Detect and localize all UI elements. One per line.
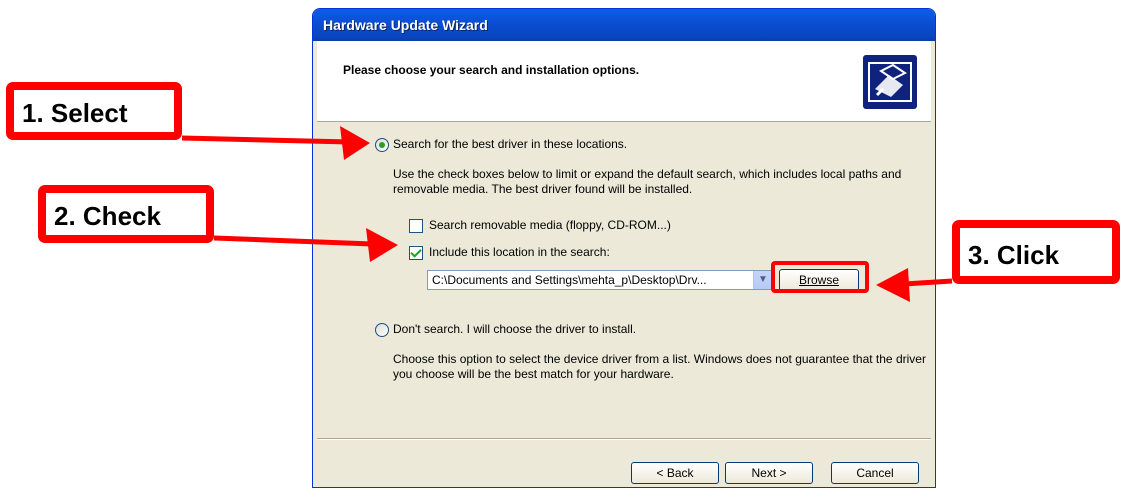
- browse-highlight: [771, 261, 869, 293]
- arrow-step-2: [213, 235, 373, 247]
- arrowhead-step-1: [340, 126, 370, 160]
- annotation-arrows: [181, 126, 953, 302]
- arrow-step-3: [903, 278, 953, 287]
- arrow-step-1: [181, 135, 351, 145]
- arrowhead-step-2: [366, 228, 398, 262]
- arrowhead-step-3: [876, 268, 910, 302]
